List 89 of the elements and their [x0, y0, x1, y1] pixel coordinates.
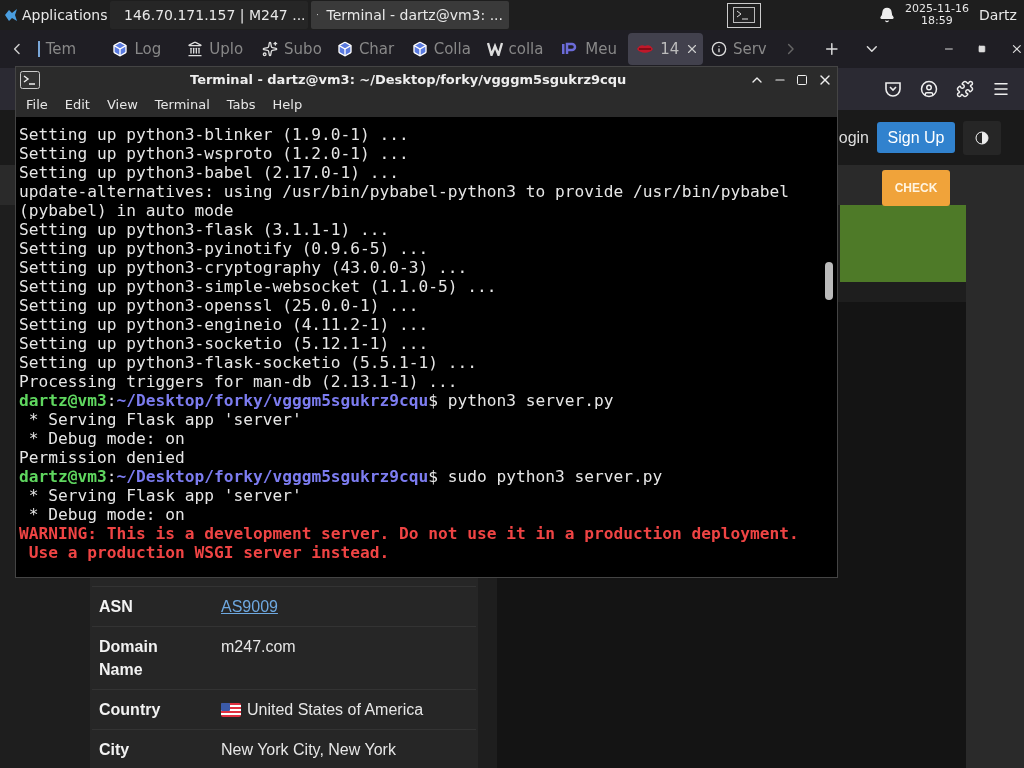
terminal-line: Setting up python3-flask (3.1.1-1) ... — [19, 220, 391, 239]
tab-label: Log — [134, 38, 162, 60]
taskbar-button[interactable]: 146.70.171.157 | M247 ... — [110, 1, 308, 29]
lips-icon — [636, 43, 655, 55]
asn-link[interactable]: AS9009 — [221, 595, 278, 618]
menu-icon[interactable] — [992, 80, 1010, 98]
terminal-line: Setting up python3-wsproto (1.2.0-1) ... — [19, 144, 410, 163]
tab-label: Serv — [732, 38, 767, 60]
window-title: Terminal - dartz@vm3: ~/Desktop/forky/vgggm5sgukrz9cqu — [190, 70, 627, 89]
menu-item[interactable]: Tabs — [226, 94, 256, 115]
cube-icon — [411, 41, 428, 57]
tab-divider-icon — [37, 41, 40, 57]
notification-bell-icon[interactable] — [879, 7, 895, 23]
tab-label: Colla — [433, 38, 471, 60]
scrollbar-thumb[interactable] — [825, 262, 833, 300]
warning-line: Use a production WSGI server instead. — [27, 543, 391, 562]
extensions-icon[interactable] — [956, 80, 974, 98]
browser-tab[interactable]: Log — [104, 33, 180, 65]
terminal-line: Setting up python3-simple-websocket (1.1.0-5) ... — [19, 277, 498, 296]
terminal-line: (pybabel) in auto mode — [19, 201, 235, 220]
row-label: Country — [99, 700, 162, 720]
browser-tab[interactable]: Char — [328, 33, 404, 65]
sign-up-button[interactable]: Sign Up — [877, 122, 955, 153]
terminal-line: Setting up python3-flask-socketio (5.5.1-1) ... — [19, 353, 479, 372]
pocket-icon[interactable] — [884, 80, 902, 98]
browser-tab[interactable]: Meu — [553, 33, 629, 65]
terminal-line: Setting up python3-blinker (1.9.0-1) ... — [19, 125, 410, 144]
terminal-line: Setting up python3-cryptography (43.0.0-3) ... — [19, 258, 469, 277]
contrast-icon — [975, 130, 989, 145]
terminal-line: update-alternatives: using /usr/bin/pybabel-python3 to provide /usr/bin/pybabel — [19, 182, 790, 201]
browser-tab[interactable]: Colla — [403, 33, 479, 65]
row-value: United States of America — [247, 700, 424, 720]
terminal-line: Setting up python3-openssl (25.0.0-1) ... — [19, 296, 420, 315]
login-link[interactable]: ogin — [838, 125, 869, 150]
terminal-line: Setting up python3-pyinotify (0.9.6-5) ... — [19, 239, 430, 258]
browser-tab[interactable]: Subo — [254, 33, 329, 65]
terminal-line: Setting up python3-babel (2.17.0-1) ... — [19, 163, 401, 182]
account-icon[interactable] — [920, 80, 938, 98]
row-label: City — [99, 740, 131, 760]
terminal-line: Setting up python3-socketio (5.12.1-1) ... — [19, 334, 430, 353]
row-value: New York City, New York — [221, 740, 396, 760]
terminal-line: * Serving Flask app 'server' — [27, 486, 303, 505]
browser-tab[interactable]: 14 — [628, 33, 703, 65]
terminal-launcher[interactable] — [727, 2, 761, 28]
terminal-line: Permission denied — [19, 448, 186, 467]
flag-icon — [221, 702, 241, 717]
menu-item[interactable]: Help — [272, 94, 303, 115]
bank-icon — [187, 41, 204, 57]
maximize-icon[interactable] — [796, 73, 808, 86]
info-icon — [710, 41, 727, 57]
warning-line: WARNING: This is a development server. Do not use it in a production deployment. — [19, 524, 800, 543]
menu-item[interactable]: File — [26, 94, 48, 115]
terminal-line: * Debug mode: on — [27, 429, 186, 448]
clock-date: 2025-11-16 — [905, 3, 969, 15]
row-label: Domain Name — [99, 637, 159, 680]
browser-tab[interactable]: Serv — [702, 33, 778, 65]
row-value: m247.com — [221, 637, 296, 657]
tab-label: Meu — [585, 38, 617, 60]
tab-label: Char — [358, 38, 395, 60]
menu-item[interactable]: View — [106, 94, 138, 115]
browser-tab[interactable]: colla — [478, 33, 554, 65]
tab-label: Subo — [284, 38, 322, 60]
taskbar-button[interactable]: Terminal - dartz@vm3: ... — [311, 1, 509, 29]
user-name[interactable]: Dartz — [978, 4, 1017, 26]
w-logo-icon — [486, 42, 503, 56]
terminal-line: * Serving Flask app 'server' — [27, 410, 303, 429]
tab-label: Uplo — [209, 38, 244, 60]
mouse-logo-icon — [3, 7, 19, 23]
tab-label: colla — [508, 38, 544, 60]
theme-toggle-button[interactable] — [963, 120, 1001, 155]
terminal-line: Processing triggers for man-db (2.13.1-1) ... — [19, 372, 459, 391]
terminal-line: * Debug mode: on — [27, 505, 186, 524]
terminal-line: Setting up python3-engineio (4.11.2-1) ... — [19, 315, 430, 334]
prompt-line: dartz@vm3:~/Desktop/forky/vgggm5sgukrz9cqu$ python3 server.py — [19, 391, 615, 410]
sparkle-icon — [262, 41, 279, 57]
cube-icon — [336, 41, 353, 57]
cube-icon — [112, 41, 129, 57]
browser-tab[interactable]: Uplo — [179, 33, 255, 65]
clock-time: 18:59 — [921, 15, 953, 27]
tab-label: 14 — [660, 38, 680, 60]
tab-label: Tem — [45, 38, 77, 60]
browser-tab[interactable]: Tem — [29, 33, 105, 65]
prompt-line: dartz@vm3:~/Desktop/forky/vgggm5sgukrz9cqu$ sudo python3 server.py — [19, 467, 664, 486]
menu-item[interactable]: Edit — [64, 94, 90, 115]
row-label: ASN — [99, 597, 134, 617]
close-icon[interactable] — [1010, 42, 1024, 56]
maximize-icon[interactable] — [978, 45, 987, 53]
menu-item[interactable]: Terminal — [154, 94, 210, 115]
applications-menu[interactable]: Applications — [0, 0, 110, 30]
